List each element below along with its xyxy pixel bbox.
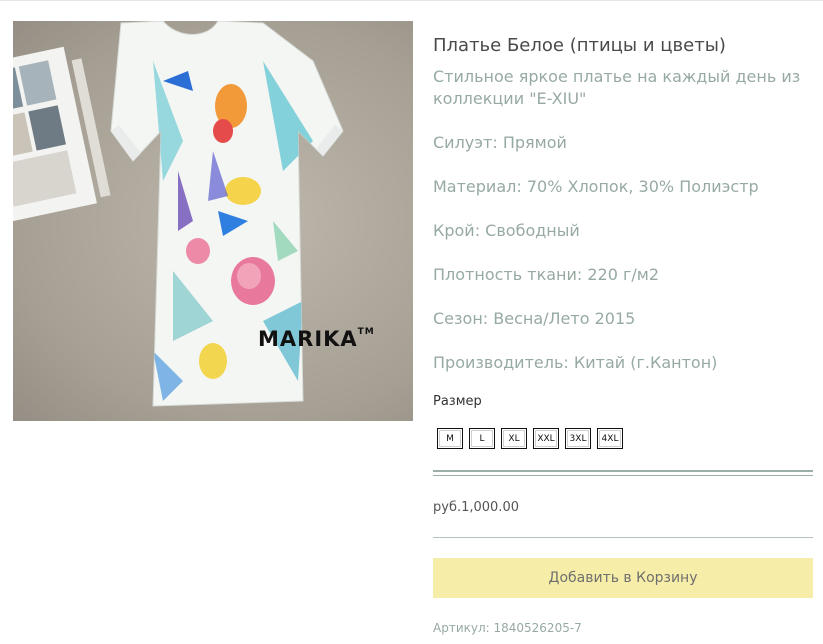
size-label: Размер <box>433 394 482 409</box>
size-option-4xl[interactable]: 4XL <box>597 428 623 449</box>
fabric-density-spec: Плотность ткани: 220 г/м2 <box>433 265 660 284</box>
material-spec: Материал: 70% Хлопок, 30% Полиэстр <box>433 177 759 196</box>
silhouette-spec: Силуэт: Прямой <box>433 133 567 152</box>
product-sku: Артикул: 1840526205-7 <box>433 621 582 635</box>
product-title: Платье Белое (птицы и цветы) <box>433 35 726 57</box>
section-divider <box>433 470 813 472</box>
image-watermark: MARIKATM <box>258 327 375 351</box>
size-option-l[interactable]: L <box>469 428 495 449</box>
cut-spec: Крой: Свободный <box>433 221 580 240</box>
size-option-xl[interactable]: XL <box>501 428 527 449</box>
section-divider <box>433 475 813 476</box>
manufacturer-spec: Производитель: Китай (г.Кантон) <box>433 353 718 372</box>
top-divider <box>0 0 823 1</box>
dress-illustration <box>13 21 344 407</box>
add-to-cart-button[interactable]: Добавить в Корзину <box>433 558 813 598</box>
description-line: Стильное яркое платье на каждый день из <box>433 67 801 86</box>
description-line: коллекции "E-XIU" <box>433 89 587 108</box>
product-image[interactable]: MARIKATM <box>13 21 413 421</box>
price-divider <box>433 537 813 538</box>
product-price: руб.1,000.00 <box>433 500 519 515</box>
magazine <box>13 46 111 222</box>
size-option-xxl[interactable]: XXL <box>533 428 559 449</box>
size-option-m[interactable]: M <box>437 428 463 449</box>
size-option-3xl[interactable]: 3XL <box>565 428 591 449</box>
season-spec: Сезон: Весна/Лето 2015 <box>433 309 636 328</box>
size-selector: M L XL XXL 3XL 4XL <box>437 428 623 449</box>
